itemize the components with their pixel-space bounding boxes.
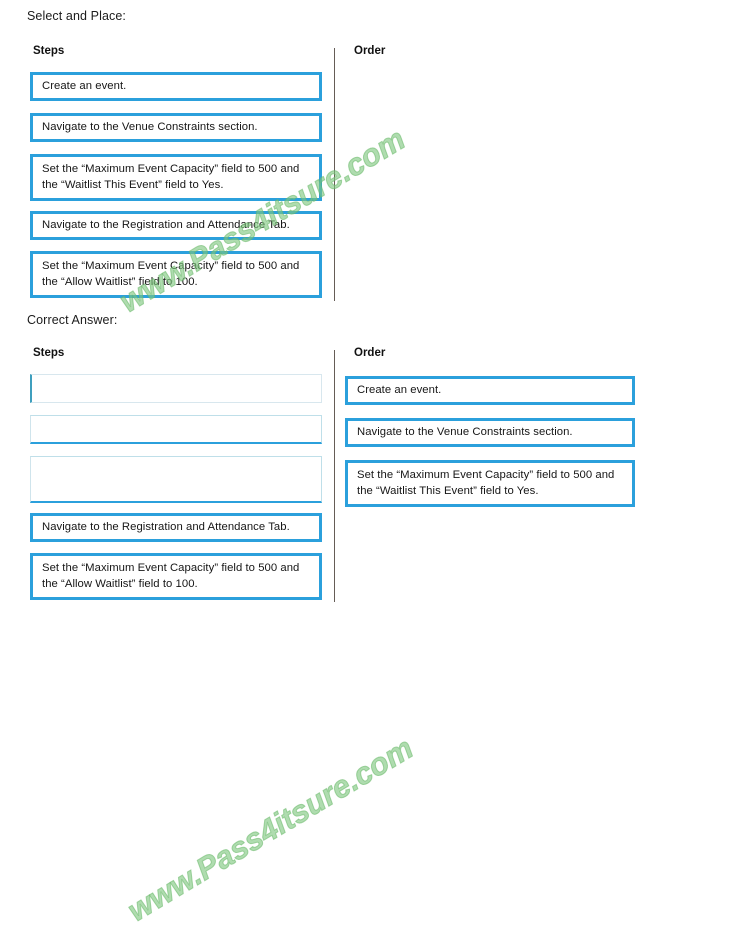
column-divider	[334, 350, 335, 602]
step-tile-label: Navigate to the Venue Constraints sectio…	[42, 120, 258, 133]
select-and-place-caption: Select and Place:	[27, 9, 126, 23]
step-tile-label: Set the “Maximum Event Capacity” field t…	[42, 162, 300, 192]
step-tile-venue-constraints[interactable]: Navigate to the Venue Constraints sectio…	[30, 113, 322, 142]
order-tile-3-capacity-waitlist-yes[interactable]: Set the “Maximum Event Capacity” field t…	[345, 460, 635, 507]
order-tile-label: Create an event.	[357, 383, 442, 396]
order-column-header: Order	[354, 45, 386, 57]
step-tile-label: Create an event.	[42, 79, 127, 92]
order-column-header: Order	[354, 347, 386, 359]
order-tile-2-venue-constraints[interactable]: Navigate to the Venue Constraints sectio…	[345, 418, 635, 447]
step-tile-label: Navigate to the Registration and Attenda…	[42, 520, 290, 533]
order-tile-label: Navigate to the Venue Constraints sectio…	[357, 425, 573, 438]
correct-answer-exhibit: Steps Order Navigate to the Registration…	[0, 340, 745, 929]
steps-column-header: Steps	[33, 45, 65, 57]
steps-column-header: Steps	[33, 347, 65, 359]
column-divider	[334, 48, 335, 301]
exhibit-page: Select and Place: Steps Order Create an …	[0, 0, 745, 929]
step-tile-label: Set the “Maximum Event Capacity” field t…	[42, 561, 300, 591]
step-tile-label: Set the “Maximum Event Capacity” field t…	[42, 259, 300, 289]
correct-answer-caption: Correct Answer:	[27, 313, 118, 327]
step-tile-capacity-allow-waitlist[interactable]: Set the “Maximum Event Capacity” field t…	[30, 553, 322, 600]
step-tile-capacity-waitlist-yes[interactable]: Set the “Maximum Event Capacity” field t…	[30, 154, 322, 201]
step-tile-registration-attendance-tab[interactable]: Navigate to the Registration and Attenda…	[30, 211, 322, 240]
order-tile-label: Set the “Maximum Event Capacity” field t…	[357, 468, 615, 498]
step-slot-empty-1[interactable]	[30, 374, 322, 403]
order-tile-1-create-event[interactable]: Create an event.	[345, 376, 635, 405]
watermark: www.Pass4itsure.com	[121, 730, 420, 929]
step-slot-empty-3[interactable]	[30, 456, 322, 503]
order-drop-zone[interactable]	[345, 72, 635, 302]
step-tile-registration-attendance-tab[interactable]: Navigate to the Registration and Attenda…	[30, 513, 322, 542]
step-tile-create-event[interactable]: Create an event.	[30, 72, 322, 101]
select-and-place-exhibit: Steps Order Create an event. Navigate to…	[0, 38, 745, 320]
step-slot-empty-2[interactable]	[30, 415, 322, 444]
step-tile-capacity-allow-waitlist[interactable]: Set the “Maximum Event Capacity” field t…	[30, 251, 322, 298]
step-tile-label: Navigate to the Registration and Attenda…	[42, 218, 290, 231]
